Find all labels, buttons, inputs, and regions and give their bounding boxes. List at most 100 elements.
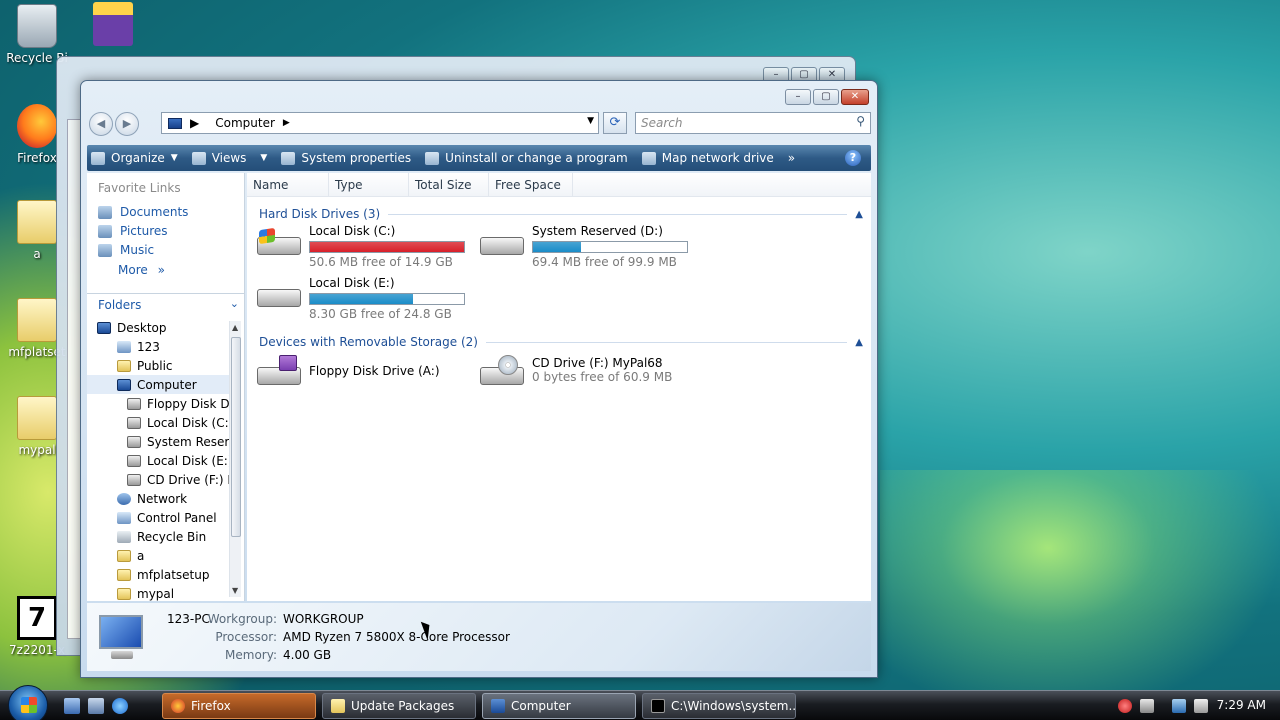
processor-label: Processor:: [215, 630, 277, 644]
drive-icon: [127, 473, 141, 486]
tree-item-floppy-disk-dr[interactable]: Floppy Disk Dr: [87, 394, 229, 413]
favorite-links-title: Favorite Links: [98, 181, 181, 195]
address-chevron-icon[interactable]: ▶: [283, 118, 290, 128]
tree-item-desktop[interactable]: Desktop: [87, 318, 229, 337]
taskbar-button-computer[interactable]: Computer: [482, 693, 636, 719]
more-links-button[interactable]: More »: [87, 257, 244, 277]
tree-item-mypal[interactable]: mypal: [87, 584, 229, 603]
hard-drive-icon: [257, 277, 303, 311]
hard-drive-icon: [480, 225, 526, 259]
drive-icon: [127, 454, 141, 467]
column-free-space[interactable]: Free Space: [489, 173, 573, 196]
tree-item-computer[interactable]: Computer: [87, 375, 229, 394]
column-type[interactable]: Type: [329, 173, 409, 196]
command-prompt-icon: [651, 699, 665, 713]
views-button[interactable]: Views ▼: [191, 151, 268, 165]
firefox-icon: [171, 699, 185, 713]
computer-icon: [168, 117, 182, 129]
desktop-icon-gift[interactable]: [76, 2, 150, 49]
content-pane: Name Type Total Size Free Space Hard Dis…: [247, 173, 871, 601]
address-location[interactable]: Computer: [215, 116, 275, 130]
folder-icon: [117, 568, 131, 581]
minimize-button[interactable]: –: [785, 89, 811, 105]
uninstall-program-button[interactable]: Uninstall or change a program: [425, 151, 628, 165]
address-chevron-icon[interactable]: ▶: [190, 116, 199, 130]
tree-item-cd-drive-f-m[interactable]: CD Drive (F:) M: [87, 470, 229, 489]
taskbar-button-firefox[interactable]: Firefox: [162, 693, 316, 719]
map-network-drive-button[interactable]: Map network drive: [641, 151, 774, 165]
forward-button[interactable]: ▶: [115, 112, 139, 136]
floppy-drive-icon: [257, 355, 303, 389]
folder-icon: [17, 298, 57, 342]
maximize-button[interactable]: ▢: [813, 89, 839, 105]
pictures-icon: [98, 224, 112, 238]
internet-explorer-icon[interactable]: [112, 698, 128, 714]
security-alert-icon[interactable]: [1118, 699, 1132, 713]
chevron-down-icon: ▼: [260, 153, 268, 163]
drive-local-disk-c[interactable]: Local Disk (C:) 50.6 MB free of 14.9 GB: [257, 224, 465, 269]
drive-icon: [127, 435, 141, 448]
tree-item-local-disk-c[interactable]: Local Disk (C:): [87, 413, 229, 432]
scrollbar-thumb[interactable]: [231, 337, 241, 537]
computer-explorer-window[interactable]: – ▢ ✕ ◀ ▶ ▶ Computer ▶ ▼ ⟳ Search ⚲ Orga…: [80, 80, 878, 678]
drive-local-disk-e[interactable]: Local Disk (E:) 8.30 GB free of 24.8 GB: [257, 276, 465, 321]
tree-item-recycle-bin[interactable]: Recycle Bin: [87, 527, 229, 546]
group-hard-disk-drives[interactable]: Hard Disk Drives (3) ▲: [259, 207, 863, 221]
favorite-link-music[interactable]: Music: [87, 238, 244, 257]
back-button[interactable]: ◀: [89, 112, 113, 136]
scroll-down-icon[interactable]: ▼: [232, 586, 238, 595]
tree-item-control-panel[interactable]: Control Panel: [87, 508, 229, 527]
recycle-bin-icon: [17, 4, 57, 48]
tree-item-local-disk-e[interactable]: Local Disk (E:): [87, 451, 229, 470]
refresh-button[interactable]: ⟳: [603, 112, 627, 134]
tree-item-123[interactable]: 123: [87, 337, 229, 356]
network-icon[interactable]: [1172, 699, 1186, 713]
safely-remove-icon[interactable]: [1140, 699, 1154, 713]
user-icon: [117, 340, 131, 353]
cd-drive-icon: [480, 355, 526, 389]
volume-muted-icon[interactable]: [1194, 699, 1208, 713]
toolbar-overflow-button[interactable]: »: [788, 151, 795, 165]
music-icon: [98, 243, 112, 257]
start-button[interactable]: [8, 685, 48, 720]
drive-system-reserved-d[interactable]: System Reserved (D:) 69.4 MB free of 99.…: [480, 224, 688, 269]
collapse-icon[interactable]: ▲: [855, 209, 863, 220]
group-removable-storage[interactable]: Devices with Removable Storage (2) ▲: [259, 335, 863, 349]
disk-usage-bar: [309, 241, 465, 253]
drive-cd-f[interactable]: CD Drive (F:) MyPal68 0 bytes free of 60…: [480, 355, 672, 389]
column-total-size[interactable]: Total Size: [409, 173, 489, 196]
tree-item-a[interactable]: a: [87, 546, 229, 565]
search-input[interactable]: Search ⚲: [635, 112, 871, 134]
favorite-link-pictures[interactable]: Pictures: [87, 219, 244, 238]
gift-icon: [93, 2, 133, 46]
drive-icon: [127, 397, 141, 410]
close-button[interactable]: ✕: [841, 89, 869, 105]
memory-value: 4.00 GB: [283, 648, 332, 662]
taskbar-button-command-prompt[interactable]: C:\Windows\system...: [642, 693, 796, 719]
switch-windows-icon[interactable]: [88, 698, 104, 714]
views-icon: [191, 151, 206, 165]
tree-item-network[interactable]: Network: [87, 489, 229, 508]
tree-item-public[interactable]: Public: [87, 356, 229, 375]
folders-header[interactable]: Folders ⌄: [87, 293, 245, 315]
show-desktop-icon[interactable]: [64, 698, 80, 714]
command-bar: Organize ▼ Views ▼ System properties Uni…: [87, 145, 871, 171]
address-dropdown-icon[interactable]: ▼: [587, 116, 594, 126]
wallpaper-swoosh: [880, 470, 1280, 720]
collapse-icon[interactable]: ▲: [855, 337, 863, 348]
organize-button[interactable]: Organize ▼: [91, 151, 178, 165]
folder-tree-scrollbar[interactable]: ▲ ▼: [229, 321, 241, 597]
help-icon[interactable]: ?: [845, 150, 861, 166]
tree-item-system-reservi[interactable]: System Reservi: [87, 432, 229, 451]
scroll-up-icon[interactable]: ▲: [232, 323, 238, 332]
taskbar-button-update-packages[interactable]: Update Packages: [322, 693, 476, 719]
favorite-link-documents[interactable]: Documents: [87, 195, 244, 219]
column-name[interactable]: Name: [247, 173, 329, 196]
drive-floppy-a[interactable]: Floppy Disk Drive (A:): [257, 355, 440, 389]
tree-item-mfplatsetup[interactable]: mfplatsetup: [87, 565, 229, 584]
navigation-pane: Favorite Links Documents Pictures Music …: [87, 173, 245, 601]
clock[interactable]: 7:29 AM: [1217, 698, 1266, 712]
address-bar[interactable]: ▶ Computer ▶ ▼: [161, 112, 599, 134]
search-icon[interactable]: ⚲: [856, 114, 865, 128]
system-properties-button[interactable]: System properties: [281, 151, 411, 165]
